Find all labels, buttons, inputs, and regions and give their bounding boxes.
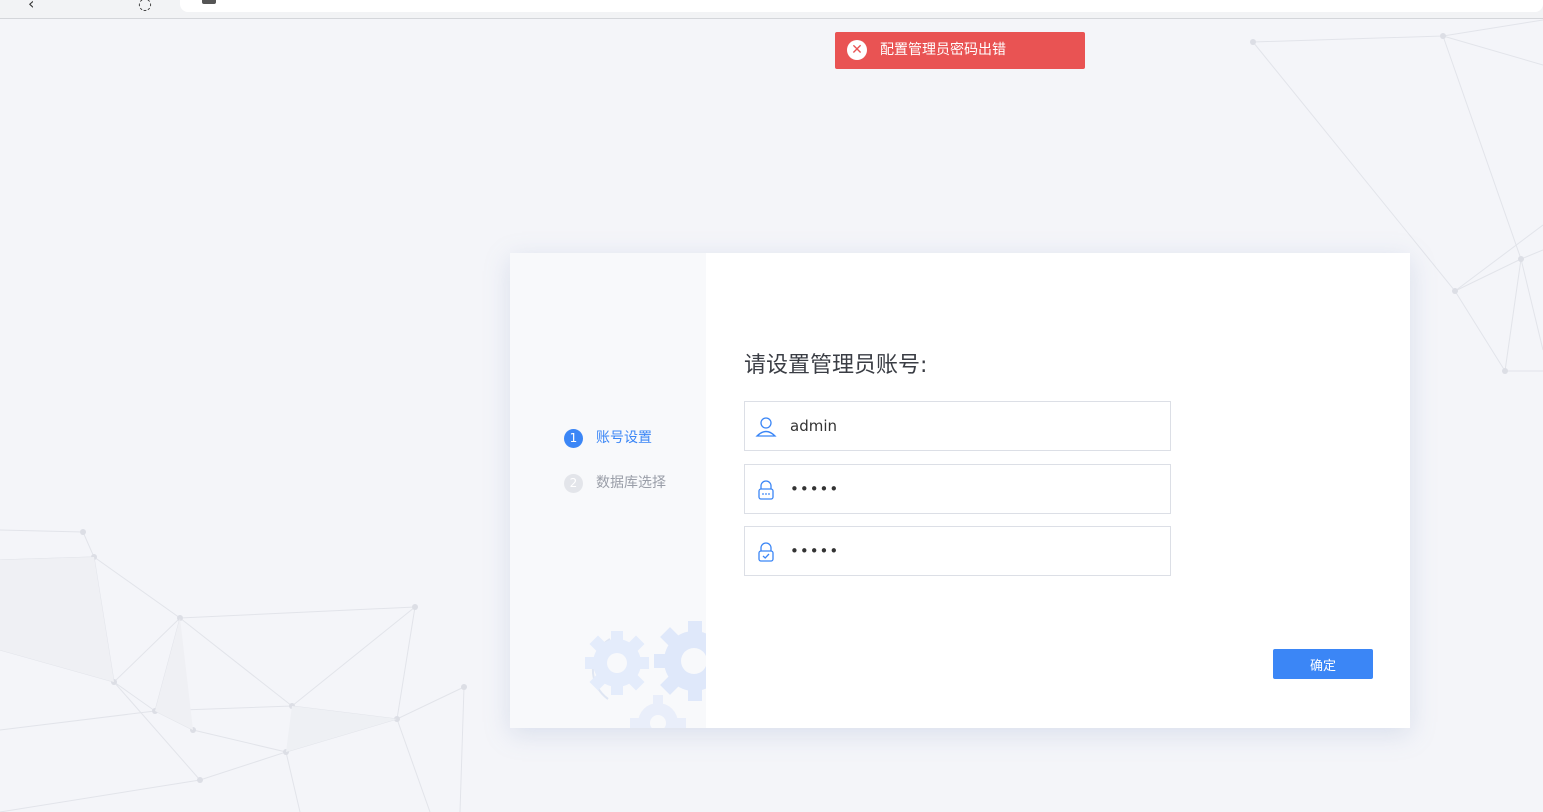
username-input[interactable] (790, 402, 1160, 450)
username-field[interactable] (744, 401, 1171, 451)
lock-icon (758, 480, 774, 500)
password-input[interactable] (790, 465, 1160, 513)
toast-message: 配置管理员密码出错 (880, 42, 1006, 58)
steps-sidebar: 1 账号设置 2 数据库选择 (510, 253, 706, 728)
confirm-button[interactable]: 确定 (1273, 649, 1373, 679)
confirm-password-input[interactable] (790, 527, 1160, 575)
step-number: 1 (564, 429, 583, 448)
step-label: 数据库选择 (596, 475, 666, 491)
password-field[interactable] (744, 464, 1171, 514)
gears-illustration-icon (585, 621, 706, 728)
page-icon (202, 0, 216, 4)
form-title: 请设置管理员账号: (744, 353, 928, 378)
back-arrow-icon[interactable]: ‹ (28, 0, 34, 13)
step-number: 2 (564, 474, 583, 493)
step-label: 账号设置 (596, 430, 652, 446)
error-toast: ✕ 配置管理员密码出错 (835, 32, 1085, 69)
confirm-password-field[interactable] (744, 526, 1171, 576)
info-icon[interactable]: ◌ (138, 0, 152, 13)
close-circle-icon: ✕ (847, 40, 867, 60)
browser-toolbar: ‹ ◌ (0, 0, 1543, 19)
lock-check-icon (758, 542, 774, 562)
address-bar[interactable] (180, 0, 1543, 12)
user-icon (755, 417, 777, 437)
setup-card: 1 账号设置 2 数据库选择 请设置管理员账号: admin ••••• •••… (510, 253, 1410, 728)
